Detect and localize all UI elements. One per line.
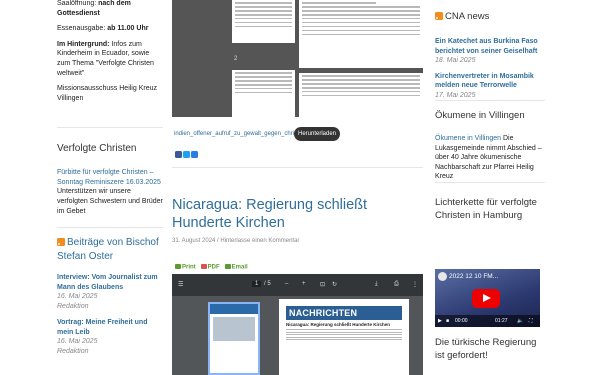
page-number: 2 xyxy=(234,56,238,62)
video-time: 00:00 xyxy=(455,318,468,324)
document-page xyxy=(299,73,423,117)
video-controls: ▶ ■ 00:00 01:27 🔈 ⛶ xyxy=(435,315,540,327)
text-value: Gottesdienst xyxy=(57,9,100,17)
event-info: Saalöffnung: nach dem Gottesdienst xyxy=(57,0,163,18)
print-button[interactable]: Print xyxy=(175,264,196,271)
pdf-content: NACHRICHTEN Nicaragua: Regierung schließ… xyxy=(172,296,423,375)
page-count: / 5 xyxy=(264,281,271,287)
file-link[interactable]: indien_offener_aufruf_zu_gewalt_gegen_ch… xyxy=(174,131,305,137)
widget-title-bischof[interactable]: Beiträge von Bischof Stefan Oster xyxy=(57,236,163,263)
fullscreen-icon[interactable]: ⛶ xyxy=(529,318,533,324)
post-divider xyxy=(172,167,423,168)
pdf-label: PDF xyxy=(207,264,220,271)
document-page xyxy=(232,70,295,117)
video-title[interactable]: 2022 12 10 FM... xyxy=(449,273,498,280)
post-author: Redaktion xyxy=(57,347,89,355)
news-link[interactable]: Kirchenvertreter in Mosambik melden neue… xyxy=(435,72,545,91)
share-icon[interactable] xyxy=(191,151,198,158)
print-label: Print xyxy=(182,264,196,271)
text-value: ab 11.00 Uhr xyxy=(107,25,149,33)
more-icon[interactable]: ⋮ xyxy=(412,281,418,288)
list-item: Interview: Vom Journalist zum Mann des G… xyxy=(57,273,163,311)
page-thumbnail[interactable] xyxy=(208,302,260,375)
text-label: Im Hintergrund: xyxy=(57,40,110,48)
right-sidebar: CNA news Ein Katechet aus Burkina Faso b… xyxy=(435,0,545,222)
video-duration: 01:27 xyxy=(495,318,508,324)
post-title[interactable]: Nicaragua: Regierung schließt Hunderte K… xyxy=(172,196,424,232)
pdf-button[interactable]: PDF xyxy=(200,264,220,271)
pdf-toolbar: ☰ 1 / 5 – + ⊡ ↻ ⤓ ⎙ ⋮ xyxy=(172,274,423,296)
menu-icon[interactable]: ☰ xyxy=(178,281,183,288)
widget-title-cna[interactable]: CNA news xyxy=(435,10,545,23)
pdf-viewer: ☰ 1 / 5 – + ⊡ ↻ ⤓ ⎙ ⋮ NACHRICHTEN Nicara… xyxy=(172,274,423,375)
text-value: nach dem xyxy=(98,0,131,7)
fit-page-icon[interactable]: ⊡ xyxy=(320,281,325,288)
news-header: NACHRICHTEN xyxy=(286,306,402,320)
volume-icon[interactable]: 🔈 xyxy=(517,318,523,324)
rss-icon xyxy=(435,12,443,20)
post-author: Redaktion xyxy=(57,302,89,310)
page-input[interactable]: 1 xyxy=(252,281,262,287)
widget-title-text: CNA news xyxy=(445,11,490,22)
document-page xyxy=(232,0,295,43)
stop-icon[interactable]: ■ xyxy=(446,318,449,324)
pdf-icon xyxy=(200,264,207,269)
document-page xyxy=(299,0,423,68)
text-label: Essenausgabe: xyxy=(57,25,108,33)
left-sidebar: Saalöffnung: nach dem Gottesdienst Essen… xyxy=(57,0,163,356)
oekumene-text: Ökumene in Villingen Die Lukasgemeinde n… xyxy=(435,134,545,182)
widget-title-tuerkei: Die türkische Regierung ist gefordert! xyxy=(435,337,537,361)
email-button[interactable]: Email xyxy=(224,264,248,271)
post-link[interactable]: Vortrag: Meine Freiheit und mein Leib xyxy=(57,318,163,337)
widget-title-verfolgte-christen: Verfolgte Christen xyxy=(57,127,163,154)
printer-icon xyxy=(175,264,181,269)
print-friendly-bar: Print PDF Email xyxy=(175,264,248,271)
post-date: 16. Mai 2025 xyxy=(57,293,98,301)
news-date: 17. Mai 2025 xyxy=(435,91,476,99)
fuerbitte-text: Unterstützen wir unsere verfolgten Schwe… xyxy=(57,188,163,215)
widget-title-lichterkette: Lichterkette für verfolgte Christen in H… xyxy=(435,196,537,221)
download-icon[interactable]: ⤓ xyxy=(375,281,378,288)
post-meta: 31. August 2024 / Hinterlasse einen Komm… xyxy=(172,238,300,244)
video-player[interactable]: 2022 12 10 FM... ▶ ■ 00:00 01:27 🔈 ⛶ xyxy=(435,269,540,327)
zoom-out-button[interactable]: – xyxy=(285,281,288,287)
post-link[interactable]: Interview: Vom Journalist zum Mann des G… xyxy=(57,273,163,292)
download-button[interactable]: Herunterladen xyxy=(294,127,340,141)
rss-icon xyxy=(57,238,65,247)
print-icon[interactable]: ⎙ xyxy=(394,281,399,288)
widget-title-text: Beiträge von Bischof Stefan Oster xyxy=(57,237,159,262)
zoom-in-button[interactable]: + xyxy=(302,281,306,287)
essen-info: Essenausgabe: ab 11.00 Uhr xyxy=(57,24,163,34)
envelope-icon xyxy=(224,264,231,269)
post-date: 16. Mai 2025 xyxy=(57,338,98,346)
news-link[interactable]: Ein Katechet aus Burkina Faso berichtet … xyxy=(435,37,545,56)
signature: Missionsausschuss Heilig Kreuz Villingen xyxy=(57,85,157,102)
share-buttons xyxy=(175,151,198,158)
twitter-icon[interactable] xyxy=(183,151,190,158)
channel-logo xyxy=(438,272,447,281)
oekumene-link[interactable]: Ökumene in Villingen xyxy=(435,135,501,142)
play-small-icon[interactable]: ▶ xyxy=(438,318,442,324)
pdf-page: NACHRICHTEN Nicaragua: Regierung schließ… xyxy=(279,299,409,375)
list-item: Ein Katechet aus Burkina Faso berichtet … xyxy=(435,37,545,66)
play-icon[interactable] xyxy=(472,289,500,308)
background-info: Im Hintergrund: Infos zum Kinderheim in … xyxy=(57,40,163,78)
list-item: Kirchenvertreter in Mosambik melden neue… xyxy=(435,72,545,101)
email-label: Email xyxy=(231,264,248,271)
fuerbitte-link[interactable]: Fürbitte für verfolgte Christen – Sonnta… xyxy=(57,168,163,187)
document-preview: 2 xyxy=(172,0,423,117)
list-item: Vortrag: Meine Freiheit und mein Leib 16… xyxy=(57,318,163,356)
news-date: 18. Mai 2025 xyxy=(435,57,476,64)
rotate-icon[interactable]: ↻ xyxy=(332,281,337,288)
text-label: Saalöffnung: xyxy=(57,0,99,7)
widget-title-oekumene: Ökumene in Villingen xyxy=(435,110,525,121)
facebook-icon[interactable] xyxy=(175,151,182,158)
news-subtitle: Nicaragua: Regierung schließt Hunderte K… xyxy=(286,322,391,327)
